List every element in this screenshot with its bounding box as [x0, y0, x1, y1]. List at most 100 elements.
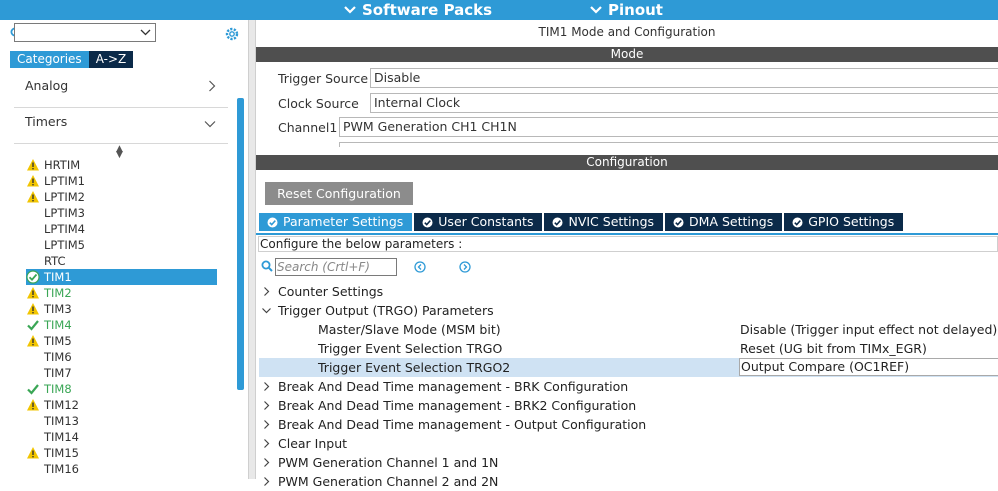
category-analog[interactable]: Analog [14, 72, 228, 108]
peripheral-list: HRTIM LPTIM1 LPTIM2 LPTIM3 LPTIM4 LPTIM5 RTC TI… [26, 157, 217, 477]
peripheral-item-tim6[interactable]: TIM6 [26, 349, 217, 365]
gear-icon[interactable] [224, 26, 240, 42]
pinout-menu[interactable]: Pinout [590, 0, 663, 20]
chevron-right-icon[interactable] [262, 477, 271, 486]
tab-underline [256, 233, 998, 235]
mode-label: Clock Source [278, 95, 359, 111]
category-label: Timers [25, 114, 68, 129]
parameter-group[interactable]: Break And Dead Time management - BRK Con… [262, 377, 998, 396]
peripheral-item-rtc[interactable]: RTC [26, 253, 217, 269]
peripheral-item-tim8[interactable]: TIM8 [26, 381, 217, 397]
parameter-search-input[interactable]: Search (Crtl+F) [275, 258, 397, 276]
peripheral-item-lptim2[interactable]: LPTIM2 [26, 189, 217, 205]
trigger-source-select[interactable]: Disable [370, 68, 998, 88]
warning-icon [27, 175, 39, 187]
left-scrollbar[interactable] [237, 98, 244, 390]
search-icon [261, 260, 273, 272]
parameter-group[interactable]: Counter Settings [262, 282, 998, 301]
parameter-value[interactable]: Disable (Trigger input effect not delaye… [740, 320, 997, 339]
parameter-group[interactable]: PWM Generation Channel 1 and 1N [262, 453, 998, 472]
peripheral-item-tim1[interactable]: TIM1 [26, 269, 217, 285]
peripheral-item-hrtim[interactable]: HRTIM [26, 157, 217, 173]
panel-splitter[interactable] [248, 20, 256, 479]
peripheral-search-input[interactable] [14, 23, 156, 42]
peripheral-item-tim13[interactable]: TIM13 [26, 413, 217, 429]
next-match-icon[interactable] [459, 261, 471, 273]
peripheral-label: TIM13 [44, 414, 79, 428]
peripheral-item-tim4[interactable]: TIM4 [26, 317, 217, 333]
warning-icon [27, 303, 39, 315]
warning-icon [27, 447, 39, 459]
peripheral-item-tim2[interactable]: TIM2 [26, 285, 217, 301]
parameter-row[interactable]: Master/Slave Mode (MSM bit) Disable (Trig… [262, 320, 998, 339]
parameter-group[interactable]: Trigger Output (TRGO) Parameters [262, 301, 998, 320]
peripheral-item-tim16[interactable]: TIM16 [26, 461, 217, 477]
peripheral-label: TIM15 [44, 446, 79, 460]
check-icon [27, 320, 39, 331]
parameter-group[interactable]: Clear Input [262, 434, 998, 453]
parameter-label: Clear Input [278, 436, 348, 451]
parameter-tree: Counter Settings Trigger Output (TRGO) Pa… [259, 282, 998, 491]
check-circle-icon [26, 270, 40, 284]
mode-row-trigger-source: Trigger Source Disable [278, 68, 998, 88]
tab-label: User Constants [438, 214, 534, 229]
peripheral-label: LPTIM5 [44, 238, 85, 252]
peripheral-item-lptim1[interactable]: LPTIM1 [26, 173, 217, 189]
chevron-right-icon[interactable] [262, 439, 271, 448]
peripheral-label: TIM12 [44, 398, 79, 412]
software-packs-menu[interactable]: Software Packs [344, 0, 492, 20]
chevron-right-icon[interactable] [262, 458, 271, 467]
chevron-right-icon[interactable] [262, 401, 271, 410]
peripheral-item-lptim3[interactable]: LPTIM3 [26, 205, 217, 221]
page-title: TIM1 Mode and Configuration [538, 25, 716, 39]
peripheral-item-lptim4[interactable]: LPTIM4 [26, 221, 217, 237]
parameter-group[interactable]: Break And Dead Time management - BRK2 Co… [262, 396, 998, 415]
chevron-right-icon [209, 80, 216, 92]
chevron-right-icon[interactable] [262, 287, 271, 296]
parameter-value[interactable]: Output Compare (OC1REF) [739, 358, 998, 376]
warning-icon [27, 335, 39, 347]
chevron-down-icon[interactable] [140, 26, 151, 38]
tab-nvic-settings[interactable]: NVIC Settings [544, 213, 664, 231]
tab-categories[interactable]: Categories [10, 51, 89, 68]
peripheral-item-tim14[interactable]: TIM14 [26, 429, 217, 445]
mode-row-clipped [278, 142, 998, 147]
peripheral-item-tim7[interactable]: TIM7 [26, 365, 217, 381]
peripheral-label: TIM2 [44, 286, 72, 300]
peripheral-label: TIM6 [44, 350, 72, 364]
peripheral-item-tim3[interactable]: TIM3 [26, 301, 217, 317]
mode-row-channel1: Channel1 PWM Generation CH1 CH1N [278, 117, 998, 137]
parameter-label: Trigger Event Selection TRGO [318, 341, 503, 356]
warning-icon [27, 191, 39, 203]
chevron-right-icon[interactable] [262, 382, 271, 391]
tab-label: Parameter Settings [283, 214, 404, 229]
chevron-right-icon[interactable] [262, 420, 271, 429]
parameter-row[interactable]: Trigger Event Selection TRGO2 Output Comp… [259, 358, 998, 377]
tab-label: NVIC Settings [568, 214, 655, 229]
peripheral-label: RTC [44, 254, 66, 268]
check-circle-icon [422, 217, 433, 227]
peripheral-item-tim12[interactable]: TIM12 [26, 397, 217, 413]
parameter-value[interactable]: Reset (UG bit from TIMx_EGR) [740, 339, 927, 358]
tab-gpio-settings[interactable]: GPIO Settings [784, 213, 904, 231]
channel1-select[interactable]: PWM Generation CH1 CH1N [339, 117, 998, 137]
tab-parameter-settings[interactable]: Parameter Settings [259, 213, 413, 231]
tab-a-to-z[interactable]: A->Z [88, 51, 134, 68]
peripheral-item-lptim5[interactable]: LPTIM5 [26, 237, 217, 253]
previous-match-icon[interactable] [414, 261, 426, 273]
reset-configuration-button[interactable]: Reset Configuration [265, 182, 413, 205]
check-circle-icon [792, 217, 803, 227]
parameter-label: PWM Generation Channel 1 and 1N [278, 455, 499, 470]
peripheral-item-tim5[interactable]: TIM5 [26, 333, 217, 349]
chevron-down-icon[interactable] [262, 306, 271, 315]
peripheral-item-tim15[interactable]: TIM15 [26, 445, 217, 461]
parameter-group[interactable]: Break And Dead Time management - Output … [262, 415, 998, 434]
parameter-row[interactable]: Trigger Event Selection TRGO Reset (UG bi… [262, 339, 998, 358]
clock-source-select[interactable]: Internal Clock [370, 93, 998, 113]
peripheral-label: TIM7 [44, 366, 72, 380]
parameter-group[interactable]: PWM Generation Channel 2 and 2N [262, 472, 998, 491]
tab-dma-settings[interactable]: DMA Settings [665, 213, 783, 231]
tab-user-constants[interactable]: User Constants [414, 213, 543, 231]
check-icon [27, 384, 39, 395]
category-timers[interactable]: Timers [14, 108, 228, 144]
